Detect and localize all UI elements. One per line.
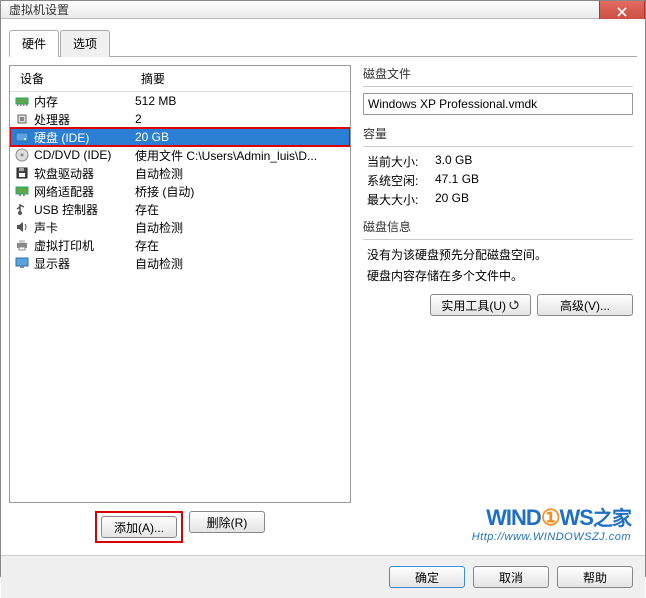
group-disk-info: 磁盘信息 没有为该硬盘预先分配磁盘空间。 硬盘内容存储在多个文件中。 (363, 218, 633, 284)
group-disk-file: 磁盘文件 (363, 65, 633, 115)
device-name: CD/DVD (IDE) (34, 148, 135, 162)
device-name: 内存 (34, 93, 135, 110)
disk-file-input[interactable] (363, 93, 633, 115)
remove-button[interactable]: 删除(R) (189, 511, 265, 533)
kv-current-size: 当前大小: 3.0 GB (363, 153, 633, 170)
right-button-row: 实用工具(U) 高级(V)... (363, 294, 633, 316)
usb-icon (14, 201, 30, 217)
current-size-value: 3.0 GB (435, 153, 472, 170)
titlebar: 虚拟机设置 (1, 1, 645, 19)
add-button-highlight: 添加(A)... (95, 511, 183, 543)
help-button[interactable]: 帮助 (557, 566, 633, 588)
close-icon (617, 7, 627, 17)
device-name: 声卡 (34, 219, 135, 236)
tab-options[interactable]: 选项 (60, 30, 110, 57)
device-row[interactable]: 内存512 MB (10, 92, 350, 110)
device-row[interactable]: 网络适配器桥接 (自动) (10, 182, 350, 200)
col-summary-header[interactable]: 摘要 (135, 70, 350, 87)
max-size-value: 20 GB (435, 191, 469, 208)
right-panel: 磁盘文件 容量 当前大小: 3.0 GB 系统空闲: 47.1 GB 最大大小:… (359, 65, 637, 547)
memory-icon (14, 93, 30, 109)
device-summary: 存在 (135, 201, 350, 218)
free-space-label: 系统空闲: (367, 172, 435, 189)
device-summary: 自动检测 (135, 165, 350, 182)
floppy-icon (14, 165, 30, 181)
disk-info-line1: 没有为该硬盘预先分配磁盘空间。 (363, 246, 633, 263)
disk-file-title: 磁盘文件 (363, 65, 633, 82)
add-button[interactable]: 添加(A)... (101, 516, 177, 538)
device-name: USB 控制器 (34, 201, 135, 218)
cpu-icon (14, 111, 30, 127)
device-row[interactable]: 软盘驱动器自动检测 (10, 164, 350, 182)
device-row[interactable]: 声卡自动检测 (10, 218, 350, 236)
device-summary: 桥接 (自动) (135, 183, 350, 200)
device-row[interactable]: 虚拟打印机存在 (10, 236, 350, 254)
logo-text: WIND①WS之家 (472, 502, 631, 531)
device-summary: 2 (135, 112, 350, 126)
device-list: 设备 摘要 内存512 MB处理器2硬盘 (IDE)20 GBCD/DVD (I… (9, 65, 351, 503)
device-row[interactable]: USB 控制器存在 (10, 200, 350, 218)
device-name: 显示器 (34, 255, 135, 272)
device-summary: 存在 (135, 237, 350, 254)
col-device-header[interactable]: 设备 (10, 70, 135, 87)
device-name: 虚拟打印机 (34, 237, 135, 254)
kv-max-size: 最大大小: 20 GB (363, 191, 633, 208)
tab-body: 设备 摘要 内存512 MB处理器2硬盘 (IDE)20 GBCD/DVD (I… (9, 57, 637, 547)
content-area: 硬件 选项 设备 摘要 内存512 MB处理器2硬盘 (IDE)20 GBCD/… (1, 19, 645, 555)
nic-icon (14, 183, 30, 199)
disk-info-title: 磁盘信息 (363, 218, 633, 235)
device-name: 硬盘 (IDE) (34, 129, 135, 146)
max-size-label: 最大大小: (367, 191, 435, 208)
display-icon (14, 255, 30, 271)
logo-url: Http://www.WINDOWSZJ.com (472, 531, 631, 543)
device-row[interactable]: 显示器自动检测 (10, 254, 350, 272)
device-summary: 自动检测 (135, 255, 350, 272)
arrow-refresh-icon (508, 300, 520, 310)
device-name: 处理器 (34, 111, 135, 128)
tabs: 硬件 选项 (9, 29, 637, 57)
device-summary: 自动检测 (135, 219, 350, 236)
device-name: 网络适配器 (34, 183, 135, 200)
device-rows: 内存512 MB处理器2硬盘 (IDE)20 GBCD/DVD (IDE)使用文… (10, 92, 350, 502)
device-summary: 20 GB (135, 130, 350, 144)
utilities-button[interactable]: 实用工具(U) (430, 294, 531, 316)
logo: WIND①WS之家 Http://www.WINDOWSZJ.com (472, 502, 631, 543)
advanced-button[interactable]: 高级(V)... (537, 294, 633, 316)
free-space-value: 47.1 GB (435, 172, 479, 189)
ok-button[interactable]: 确定 (389, 566, 465, 588)
device-row[interactable]: CD/DVD (IDE)使用文件 C:\Users\Admin_luis\D..… (10, 146, 350, 164)
kv-free-space: 系统空闲: 47.1 GB (363, 172, 633, 189)
disc-icon (14, 147, 30, 163)
device-row[interactable]: 硬盘 (IDE)20 GB (10, 128, 350, 146)
group-capacity: 容量 当前大小: 3.0 GB 系统空闲: 47.1 GB 最大大小: 20 G… (363, 125, 633, 208)
printer-icon (14, 237, 30, 253)
current-size-label: 当前大小: (367, 153, 435, 170)
tab-hardware[interactable]: 硬件 (9, 30, 59, 57)
device-name: 软盘驱动器 (34, 165, 135, 182)
hdd-icon (14, 129, 30, 145)
capacity-title: 容量 (363, 125, 633, 142)
sound-icon (14, 219, 30, 235)
left-button-row: 添加(A)... 删除(R) (9, 503, 351, 547)
disk-info-line2: 硬盘内容存储在多个文件中。 (363, 267, 633, 284)
device-summary: 512 MB (135, 94, 350, 108)
device-row[interactable]: 处理器2 (10, 110, 350, 128)
list-header: 设备 摘要 (10, 66, 350, 92)
device-summary: 使用文件 C:\Users\Admin_luis\D... (135, 147, 350, 164)
cancel-button[interactable]: 取消 (473, 566, 549, 588)
window-title: 虚拟机设置 (9, 1, 69, 18)
left-panel: 设备 摘要 内存512 MB处理器2硬盘 (IDE)20 GBCD/DVD (I… (9, 65, 351, 547)
